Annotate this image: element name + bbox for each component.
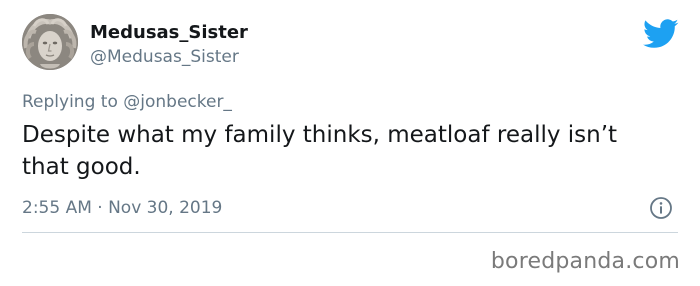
divider: [22, 232, 678, 233]
user-handle[interactable]: @Medusas_Sister: [90, 47, 239, 67]
reply-mention-link[interactable]: @jonbecker_: [123, 92, 232, 112]
watermark: boredpanda.com: [490, 249, 680, 274]
info-icon[interactable]: [649, 196, 673, 220]
tweet-text: Despite what my family thinks, meatloaf …: [22, 122, 618, 180]
tweet-timestamp[interactable]: 2:55 AM · Nov 30, 2019: [22, 198, 222, 218]
medusa-sculpture-avatar: [22, 14, 78, 70]
replying-to-line: Replying to @jonbecker_: [22, 92, 232, 112]
avatar[interactable]: [22, 14, 78, 70]
display-name[interactable]: Medusas_Sister: [90, 22, 248, 43]
twitter-bird-icon[interactable]: [643, 19, 679, 49]
replying-to-label: Replying to: [22, 92, 118, 112]
tweet-card: Medusas_Sister @Medusas_Sister Replying …: [0, 0, 700, 286]
